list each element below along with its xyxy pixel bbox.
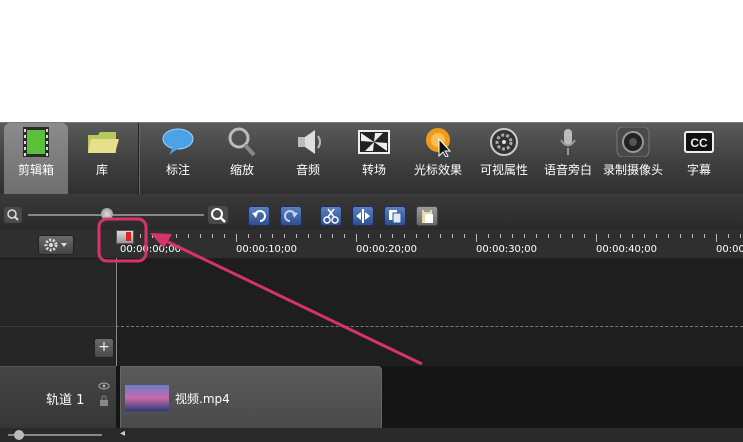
annotation-overlay — [97, 217, 423, 366]
annotation-arrow — [163, 238, 423, 366]
arrow-head — [150, 233, 172, 248]
highlight-box — [97, 217, 148, 263]
